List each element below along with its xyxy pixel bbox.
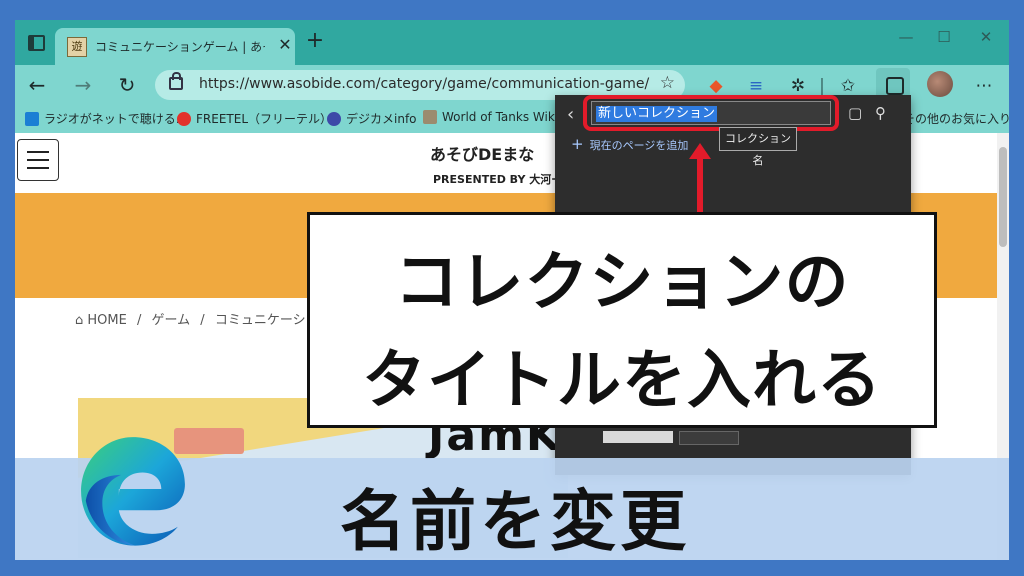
caption-text: 名前を変更 [340,483,690,560]
new-tab-icon[interactable]: + [303,30,327,54]
back-icon[interactable]: ← [23,71,51,99]
red-arrow-shaft [697,158,703,214]
more-menu-icon[interactable]: ⋯ [971,73,997,99]
bookmark-item[interactable]: ラジオがネットで聴ける… [25,110,188,127]
breadcrumb: ⌂ HOME / ゲーム / コミュニケーシ [75,313,306,328]
red-arrow-icon [689,143,711,159]
forward-icon[interactable]: → [69,71,97,99]
breadcrumb-game[interactable]: ゲーム [152,313,191,328]
url-text[interactable]: https://www.asobide.com/category/game/co… [199,76,649,92]
bookmark-item[interactable]: World of Tanks Wiki [423,110,558,124]
tab-active[interactable]: 遊 コミュニケーションゲーム | あそびdeまな ✕ [55,28,295,65]
bookmark-item[interactable]: デジカメinfo [327,110,417,127]
refresh-icon[interactable]: ↻ [113,71,141,99]
lock-icon[interactable] [169,72,183,90]
bookmark-favicon-icon [423,110,437,124]
avatar[interactable] [927,71,953,97]
favorite-star-icon[interactable]: ☆ [660,73,675,93]
tab-title: コミュニケーションゲーム | あそびdeまな [95,40,265,54]
back-chevron-icon[interactable]: ‹ [567,104,574,125]
bookmark-favicon-icon [177,112,191,126]
site-subtitle: PRESENTED BY 大河ー [433,173,563,186]
bookmark-item[interactable]: FREETEL（フリーテル） [177,110,332,127]
add-current-page-button[interactable]: + 現在のページを追加 [571,135,688,153]
bookmark-favicon-icon [25,112,39,126]
note-icon[interactable]: ▢ [848,104,862,122]
edge-logo-icon [81,437,185,546]
breadcrumb-category[interactable]: コミュニケーシ [215,313,306,328]
callout-line-1: コレクションの [394,246,850,320]
tooltip: コレクション名 [719,127,797,167]
annotation-callout: コレクションの タイトルを入れる [307,212,937,428]
pin-icon[interactable]: ⚲ [875,104,886,122]
minimize-icon[interactable]: — [891,28,921,48]
breadcrumb-home[interactable]: HOME [87,313,126,328]
highlight-box [583,95,839,131]
favicon-icon: 遊 [67,37,87,57]
collection-card[interactable] [603,431,673,443]
bookmark-favicon-icon [327,112,341,126]
callout-line-2: タイトルを入れる [362,344,882,418]
tab-actions-icon[interactable] [23,30,49,56]
collection-card[interactable] [679,431,739,445]
site-title[interactable]: あそびDEまな [430,141,534,165]
maximize-icon[interactable]: ☐ [929,28,959,48]
home-icon: ⌂ [75,313,84,328]
tab-close-icon[interactable]: ✕ [275,35,295,55]
hamburger-menu-icon[interactable] [17,139,59,181]
close-window-icon[interactable]: ✕ [971,28,1001,48]
tab-bar: 遊 コミュニケーションゲーム | あそびdeまな ✕ + — ☐ ✕ [15,20,1009,65]
plus-icon: + [571,135,584,153]
bookmark-item[interactable]: その他のお気に入り [903,110,1009,127]
